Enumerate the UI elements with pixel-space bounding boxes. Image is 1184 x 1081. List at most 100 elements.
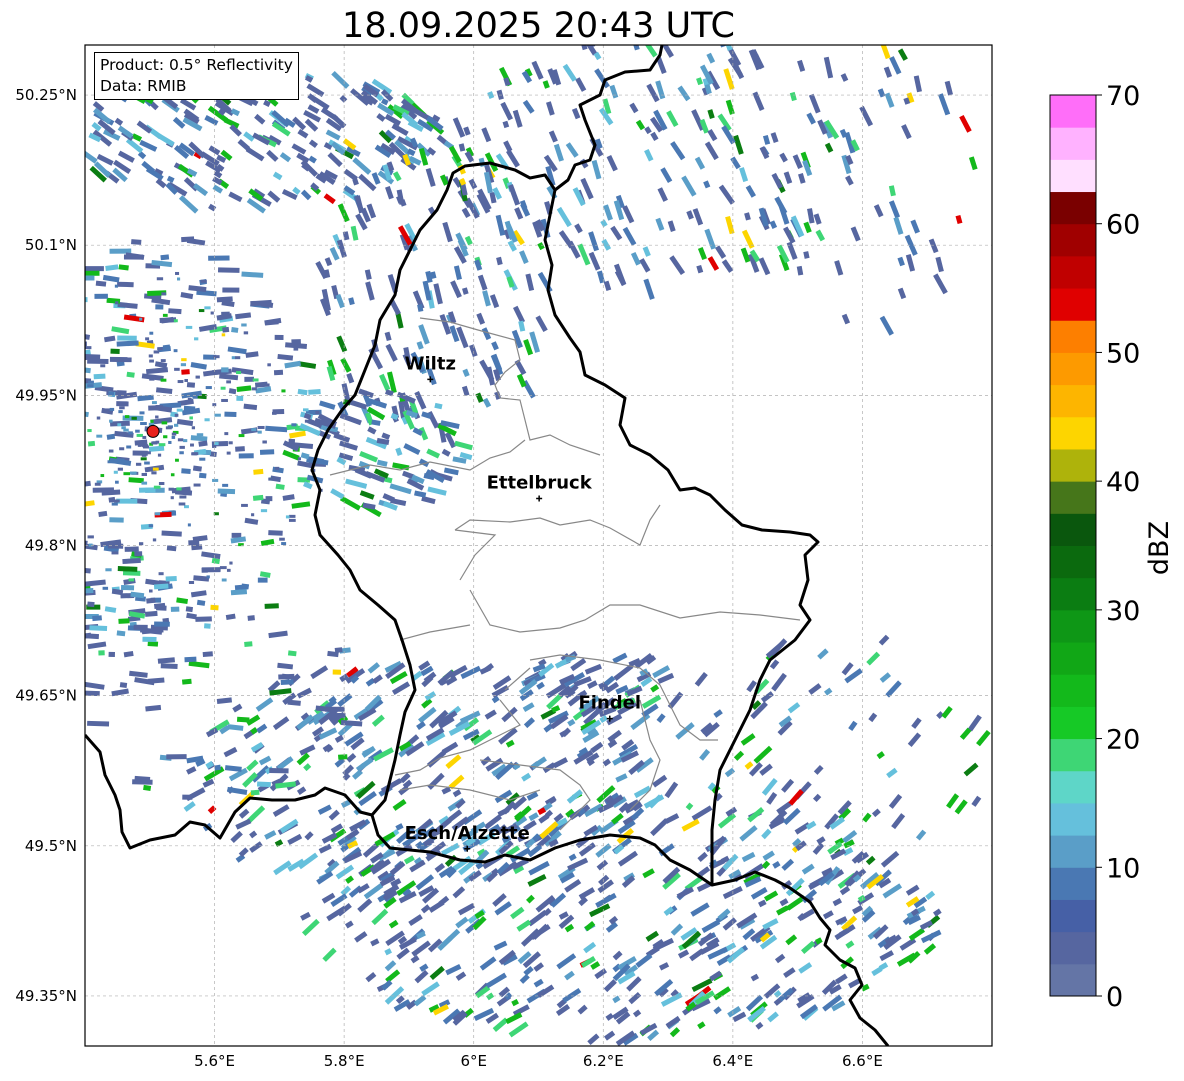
echo-streak [60, 527, 70, 533]
echo-streak [6, 421, 26, 429]
lat-tick-label: 49.8°N [25, 537, 77, 555]
echo-speckle [268, 477, 273, 481]
colorbar-swatch [1050, 255, 1096, 289]
echo-speckle [142, 444, 149, 448]
echo-streak [48, 528, 61, 534]
echo-streak [38, 300, 58, 306]
echo-speckle [212, 478, 219, 482]
echo-streak [280, 679, 294, 685]
echo-speckle [275, 466, 280, 470]
echo-speckle [168, 487, 174, 491]
echo-streak [64, 275, 84, 280]
echo-speckle [140, 450, 146, 454]
echo-speckle [302, 408, 309, 412]
lat-tick-label: 49.95°N [15, 386, 77, 404]
echo-streak [166, 545, 177, 552]
echo-speckle [152, 538, 157, 542]
echo-streak [3, 488, 16, 495]
echo-streak [264, 603, 279, 609]
product-label: Product: 0.5° Reflectivity [100, 56, 293, 74]
echo-speckle [144, 461, 150, 465]
echo-speckle [177, 380, 184, 384]
echo-speckle [111, 502, 118, 506]
echo-speckle [174, 367, 180, 371]
echo-speckle [260, 509, 268, 513]
city-label: Findel [578, 693, 641, 714]
echo-streak [116, 401, 129, 407]
echo-streak [29, 318, 50, 324]
colorbar: 0 10 20 30 40 50 60 70 dBZ [1049, 81, 1175, 1013]
echo-streak [46, 304, 67, 312]
echo-speckle [220, 386, 226, 390]
echo-streak [36, 306, 56, 313]
echo-streak [55, 563, 67, 570]
echo-streak [38, 417, 55, 423]
echo-streak [236, 395, 244, 401]
echo-speckle [188, 580, 195, 584]
echo-speckle [215, 568, 221, 572]
colorbar-swatch [1050, 642, 1096, 675]
colorbar-tick-label: 0 [1106, 982, 1123, 1013]
echo-streak [85, 275, 95, 281]
echo-streak [85, 341, 87, 347]
echo-streak [265, 496, 273, 502]
echo-streak [33, 351, 42, 357]
echo-speckle [176, 487, 182, 491]
echo-streak [110, 348, 120, 354]
lon-tick-label: 6.6°E [842, 1052, 883, 1070]
echo-streak [28, 484, 48, 490]
echo-speckle [153, 485, 161, 489]
colorbar-swatch [1050, 352, 1096, 386]
info-box: Product: 0.5° Reflectivity Data: RMIB [94, 52, 299, 100]
echo-speckle [214, 413, 221, 417]
echo-speckle [304, 419, 312, 423]
echo-speckle [204, 418, 210, 422]
echo-speckle [196, 433, 204, 437]
echo-streak [37, 438, 44, 444]
echo-speckle [149, 359, 154, 363]
echo-streak [330, 712, 346, 719]
echo-streak [134, 551, 143, 557]
echo-streak [19, 461, 40, 467]
echo-streak [71, 530, 83, 536]
echo-speckle [158, 443, 166, 447]
colorbar-swatch [1050, 770, 1096, 804]
echo-streak [203, 623, 211, 629]
echo-speckle [251, 513, 255, 517]
echo-speckle [170, 473, 175, 477]
echo-speckle [297, 457, 301, 461]
echo-speckle [85, 362, 86, 366]
echo-streak [29, 371, 49, 377]
echo-streak [222, 287, 240, 293]
echo-streak [39, 513, 48, 519]
echo-speckle [43, 497, 46, 500]
echo-streak [39, 447, 45, 452]
echo-speckle [181, 358, 187, 362]
echo-speckle [187, 523, 191, 527]
echo-speckle [149, 589, 153, 593]
echo-speckle [148, 524, 154, 528]
echo-speckle [165, 426, 172, 430]
echo-speckle [131, 416, 137, 420]
echo-streak [64, 411, 79, 416]
echo-speckle [228, 441, 233, 445]
echo-streak [85, 588, 94, 594]
colorbar-swatch [1050, 738, 1096, 772]
echo-speckle [28, 517, 34, 520]
echo-streak [36, 324, 47, 329]
colorbar-swatch [1050, 931, 1096, 965]
lat-tick-label: 49.5°N [25, 837, 77, 855]
echo-speckle [0, 456, 2, 459]
echo-streak [244, 376, 255, 382]
echo-speckle [61, 408, 68, 411]
colorbar-swatch [1050, 127, 1096, 160]
echo-speckle [170, 496, 174, 500]
echo-speckle [124, 415, 130, 419]
echo-speckle [177, 438, 184, 442]
echo-streak [185, 606, 194, 613]
echo-speckle [194, 337, 199, 341]
echo-streak [29, 529, 47, 534]
echo-streak [107, 543, 124, 549]
echo-streak [198, 472, 207, 479]
lat-tick-label: 50.25°N [15, 86, 77, 104]
